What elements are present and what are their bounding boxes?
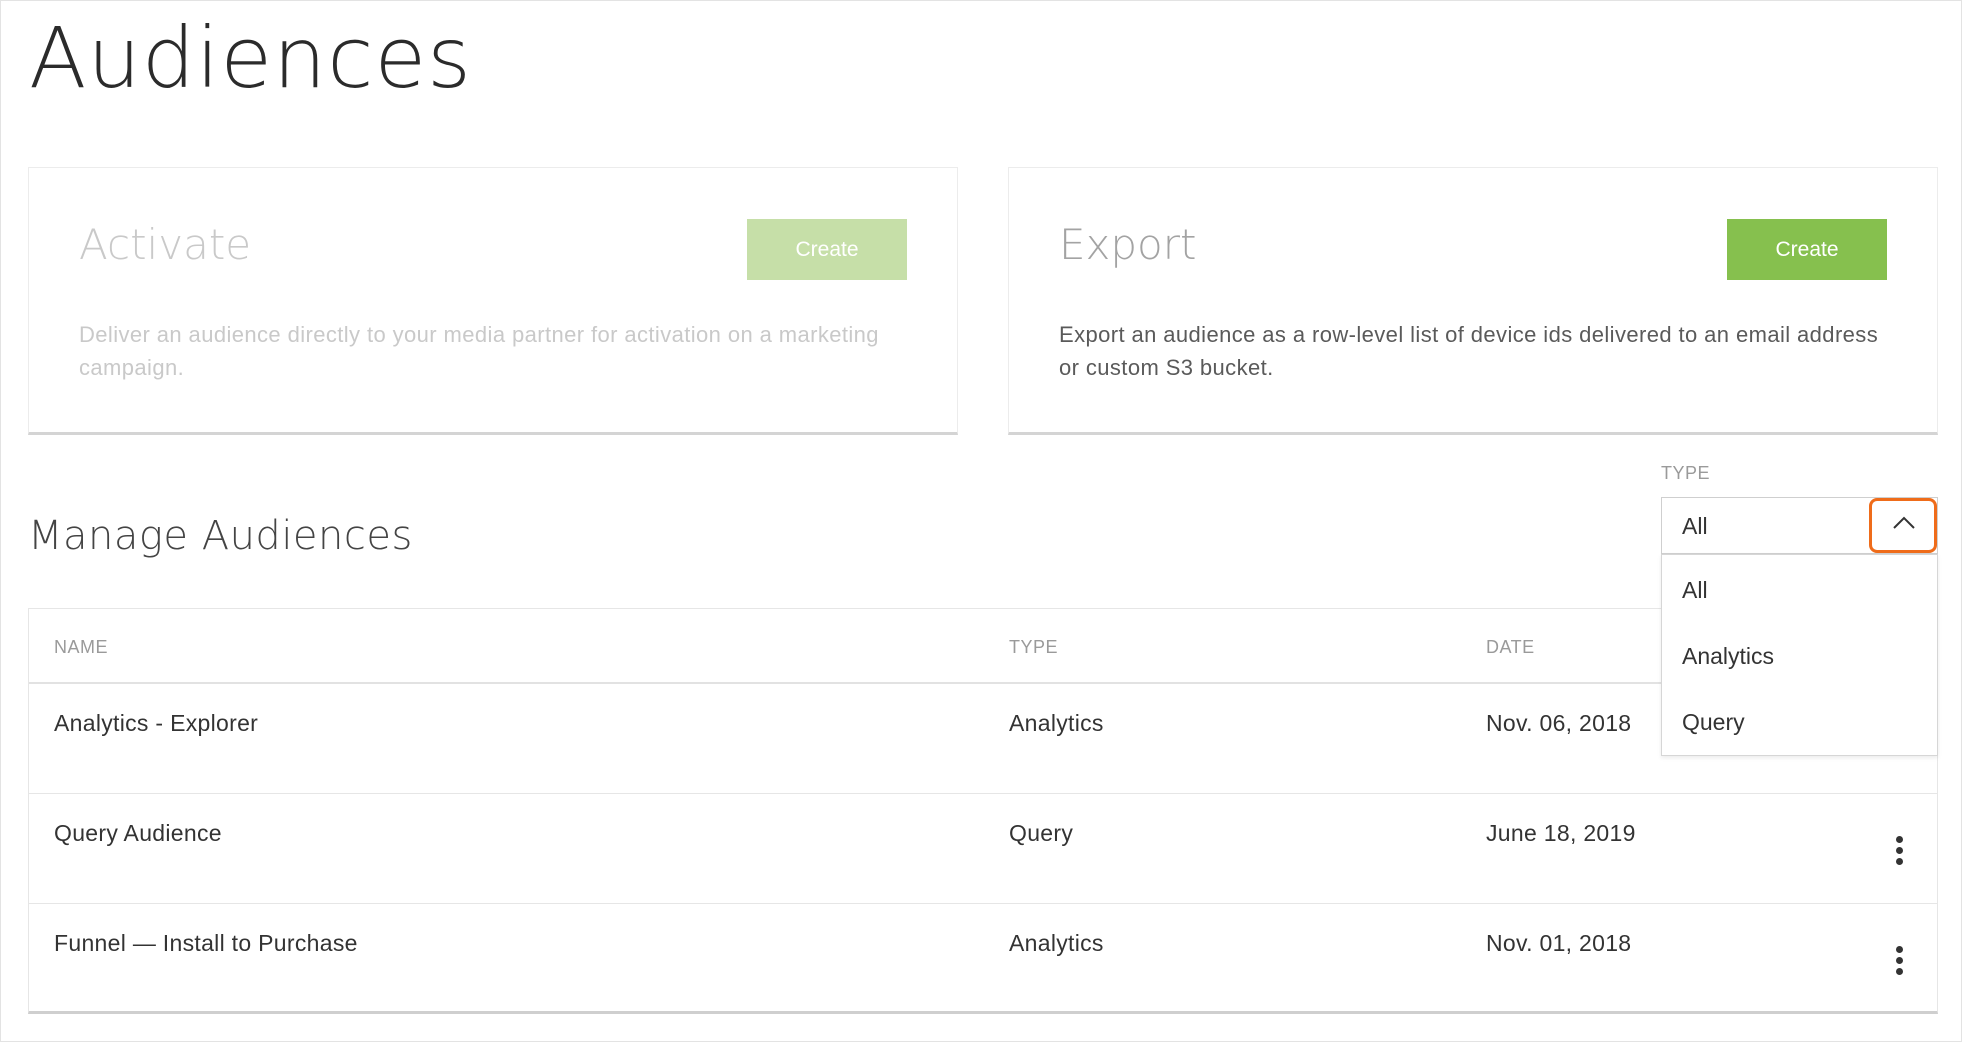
row-type: Analytics xyxy=(1009,930,1104,956)
row-date: Nov. 01, 2018 xyxy=(1486,930,1632,956)
more-vertical-icon[interactable] xyxy=(1889,946,1909,982)
row-name[interactable]: Analytics - Explorer xyxy=(54,710,258,737)
table-row[interactable]: Query Audience Query June 18, 2019 xyxy=(29,794,1937,904)
table-row[interactable]: Funnel — Install to Purchase Analytics N… xyxy=(29,904,1937,1014)
type-filter-toggle-button[interactable] xyxy=(1869,498,1937,553)
export-card: Export Create Export an audience as a ro… xyxy=(1008,167,1938,435)
activate-create-button[interactable]: Create xyxy=(747,219,907,280)
row-type: Analytics xyxy=(1009,710,1104,736)
chevron-up-icon xyxy=(1893,516,1915,529)
type-filter-label: TYPE xyxy=(1661,463,1711,483)
export-create-button[interactable]: Create xyxy=(1727,219,1887,280)
table-header: NAME TYPE DATE xyxy=(29,609,1937,684)
export-card-title: Export xyxy=(1059,220,1197,269)
page-title: Audiences xyxy=(29,9,472,107)
export-card-description: Export an audience as a row-level list o… xyxy=(1059,322,1879,380)
more-vertical-icon[interactable] xyxy=(1889,836,1909,872)
table-row[interactable]: Analytics - Explorer Analytics Nov. 06, … xyxy=(29,684,1937,794)
activate-card-title: Activate xyxy=(79,220,252,269)
row-name[interactable]: Query Audience xyxy=(54,820,222,847)
manage-audiences-title: Manage Audiences xyxy=(28,513,413,559)
row-date: June 18, 2019 xyxy=(1486,820,1636,846)
row-date: Nov. 06, 2018 xyxy=(1486,710,1632,736)
dropdown-option-query[interactable]: Query xyxy=(1662,689,1937,755)
row-name[interactable]: Funnel — Install to Purchase xyxy=(54,930,358,957)
row-type: Query xyxy=(1009,820,1074,846)
column-header-type[interactable]: TYPE xyxy=(1009,637,1058,658)
dropdown-option-analytics[interactable]: Analytics xyxy=(1662,623,1937,689)
activate-card-description: Deliver an audience directly to your med… xyxy=(79,322,879,380)
type-filter-value: All xyxy=(1682,513,1708,539)
page-frame: Audiences Activate Create Deliver an aud… xyxy=(0,0,1962,1042)
dropdown-option-all[interactable]: All xyxy=(1662,557,1937,623)
audiences-table: NAME TYPE DATE Analytics - Explorer Anal… xyxy=(28,608,1938,1014)
column-header-name[interactable]: NAME xyxy=(54,637,108,658)
activate-card: Activate Create Deliver an audience dire… xyxy=(28,167,958,435)
type-filter-dropdown: All Analytics Query xyxy=(1661,554,1938,756)
column-header-date[interactable]: DATE xyxy=(1486,637,1535,658)
